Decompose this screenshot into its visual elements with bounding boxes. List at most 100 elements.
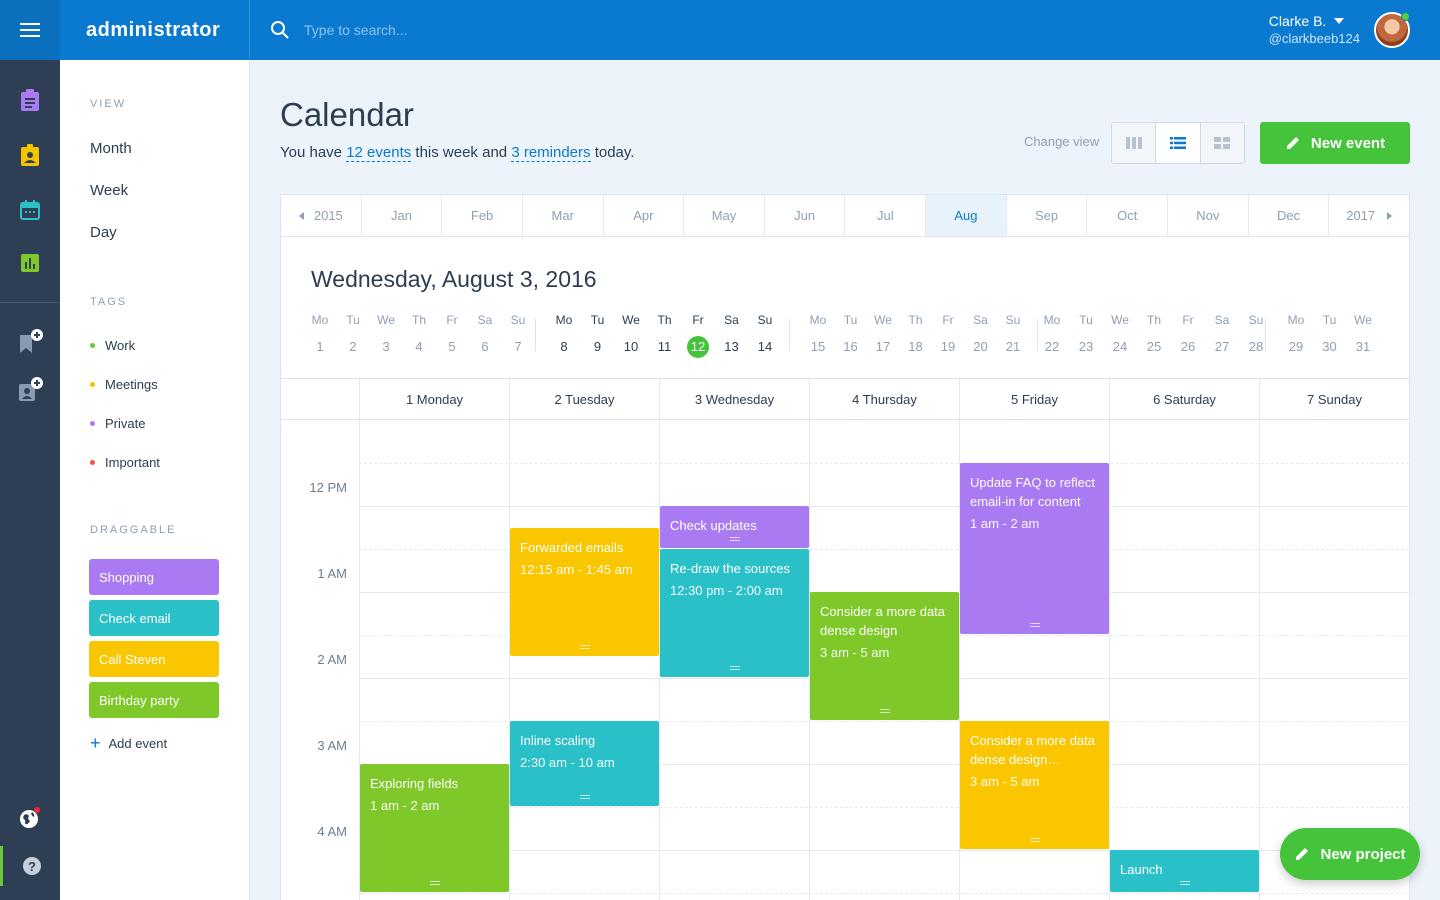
tag-meetings[interactable]: Meetings [90, 377, 158, 392]
week-strip-day[interactable]: Su 7 [503, 313, 533, 363]
week-strip-day[interactable]: Mo 8 [549, 313, 579, 363]
draggable-check-email[interactable]: Check email [89, 600, 219, 636]
view-week[interactable]: Week [90, 182, 128, 199]
calendar-event[interactable]: Consider a more data dense design 3 am - … [810, 592, 959, 720]
week-strip-dow: Mo [555, 313, 573, 327]
month-jul[interactable]: Jul [845, 195, 927, 236]
sidebar-tasks[interactable] [0, 80, 60, 120]
month-mar[interactable]: Mar [523, 195, 604, 236]
week-strip-day[interactable]: Fr 5 [437, 313, 467, 363]
week-strip-day[interactable]: We 24 [1105, 313, 1135, 363]
month-jun[interactable]: Jun [765, 195, 846, 236]
month-oct[interactable]: Oct [1087, 195, 1169, 236]
user-menu[interactable]: Clarke B. @clarkbeeb124 [1269, 13, 1360, 46]
week-strip-day[interactable]: Tu 9 [583, 313, 613, 363]
week-strip-date: 1 [316, 339, 324, 354]
new-event-button[interactable]: New event [1260, 122, 1410, 164]
resize-handle-icon[interactable] [879, 709, 890, 713]
week-strip-day[interactable]: Th 4 [404, 313, 434, 363]
week-strip-day[interactable]: Fr 19 [933, 313, 963, 363]
week-strip-day[interactable]: Mo 29 [1281, 313, 1311, 363]
calendar-event[interactable]: Update FAQ to reflect email-in for conte… [960, 463, 1109, 634]
events-link[interactable]: 12 events [346, 144, 412, 162]
columns-view-button[interactable] [1112, 123, 1157, 163]
week-strip-day[interactable]: Mo 22 [1037, 313, 1067, 363]
month-may[interactable]: May [684, 195, 765, 236]
week-strip-day[interactable]: Su 21 [998, 313, 1028, 363]
new-project-button[interactable]: New project [1280, 828, 1420, 880]
month-dec[interactable]: Dec [1249, 195, 1330, 236]
draggable-shopping[interactable]: Shopping [89, 559, 219, 595]
calendar-event[interactable]: Re-draw the sources 12:30 pm - 2:00 am [660, 549, 809, 677]
calendar-event[interactable]: Forwarded emails 12:15 am - 1:45 am [510, 527, 659, 656]
menu-button[interactable] [0, 0, 60, 60]
draggable-call-steven[interactable]: Call Steven [89, 641, 219, 677]
sidebar-reports[interactable] [0, 243, 60, 283]
calendar-event[interactable]: Exploring fields 1 am - 2 am [360, 764, 509, 892]
sidebar-globe[interactable] [0, 798, 60, 838]
resize-handle-icon[interactable] [1179, 881, 1190, 885]
calendar-event[interactable]: Launch [1110, 850, 1259, 892]
list-view-button[interactable] [1156, 123, 1201, 163]
grid-view-button[interactable] [1200, 123, 1244, 163]
resize-handle-icon[interactable] [729, 666, 740, 670]
week-strip-day[interactable]: Sa 13 [717, 313, 747, 363]
view-month[interactable]: Month [90, 140, 132, 157]
hour-label: 12 PM [309, 480, 347, 495]
reminders-link[interactable]: 3 reminders [511, 144, 591, 162]
calendar-event[interactable]: Inline scaling 2:30 am - 10 am [510, 721, 659, 806]
next-year-button[interactable]: 2017 [1329, 195, 1409, 236]
add-event-link[interactable]: + Add event [90, 734, 167, 752]
sidebar-add-bookmark[interactable] [0, 322, 60, 362]
sidebar-help[interactable]: ? [0, 846, 60, 886]
month-nov[interactable]: Nov [1168, 195, 1249, 236]
week-strip-day[interactable]: Sa 6 [470, 313, 500, 363]
week-strip-day[interactable]: Sa 27 [1207, 313, 1237, 363]
week-strip-day[interactable]: Tu 23 [1071, 313, 1101, 363]
view-day[interactable]: Day [90, 224, 117, 241]
draggable-birthday-party[interactable]: Birthday party [89, 682, 219, 718]
week-strip-day[interactable]: Tu 2 [338, 313, 368, 363]
calendar-event[interactable]: Consider a more data dense design… 3 am -… [960, 721, 1109, 849]
week-strip-date: 18 [908, 339, 923, 354]
month-sep[interactable]: Sep [1007, 195, 1088, 236]
week-strip-day[interactable]: We 10 [616, 313, 646, 363]
month-jan[interactable]: Jan [362, 195, 443, 236]
week-strip-day[interactable]: Th 25 [1139, 313, 1169, 363]
week-strip-day[interactable]: Mo 15 [803, 313, 833, 363]
resize-handle-icon[interactable] [429, 881, 440, 885]
week-strip-day[interactable]: Tu 16 [836, 313, 866, 363]
week-strip-day[interactable]: We 31 [1348, 313, 1378, 363]
week-strip-day[interactable]: We 17 [868, 313, 898, 363]
month-feb[interactable]: Feb [442, 195, 523, 236]
resize-handle-icon[interactable] [1029, 623, 1040, 627]
month-aug[interactable]: Aug [926, 195, 1007, 236]
week-strip-day[interactable]: Mo 1 [305, 313, 335, 363]
tag-important[interactable]: Important [90, 455, 160, 470]
sidebar-add-contact[interactable] [0, 370, 60, 410]
resize-handle-icon[interactable] [729, 537, 740, 541]
tag-work[interactable]: Work [90, 338, 135, 353]
resize-handle-icon[interactable] [579, 644, 590, 649]
week-strip-day[interactable]: Tu 30 [1315, 313, 1345, 363]
tag-private[interactable]: Private [90, 416, 145, 431]
week-strip-day[interactable]: Th 11 [650, 313, 680, 363]
resize-handle-icon[interactable] [579, 795, 590, 799]
sidebar-contacts[interactable] [0, 135, 60, 175]
search-input[interactable] [304, 22, 704, 38]
calendar-event[interactable]: Check updates [660, 506, 809, 548]
week-strip-day[interactable]: We 3 [371, 313, 401, 363]
week-strip-day[interactable]: Th 18 [901, 313, 931, 363]
week-strip-day[interactable]: Sa 20 [966, 313, 996, 363]
month-apr[interactable]: Apr [604, 195, 685, 236]
sidebar-divider [0, 302, 60, 303]
icon-sidebar: ? [0, 60, 60, 900]
week-strip-day[interactable]: Su 28 [1241, 313, 1271, 363]
week-strip-day[interactable]: Fr 26 [1173, 313, 1203, 363]
week-strip-day[interactable]: Fr 12 [683, 313, 713, 363]
prev-year-button[interactable]: 2015 [281, 195, 362, 236]
resize-handle-icon[interactable] [1029, 838, 1040, 842]
pencil-icon [1286, 137, 1299, 149]
week-strip-day[interactable]: Su 14 [750, 313, 780, 363]
sidebar-calendar[interactable] [0, 190, 60, 230]
